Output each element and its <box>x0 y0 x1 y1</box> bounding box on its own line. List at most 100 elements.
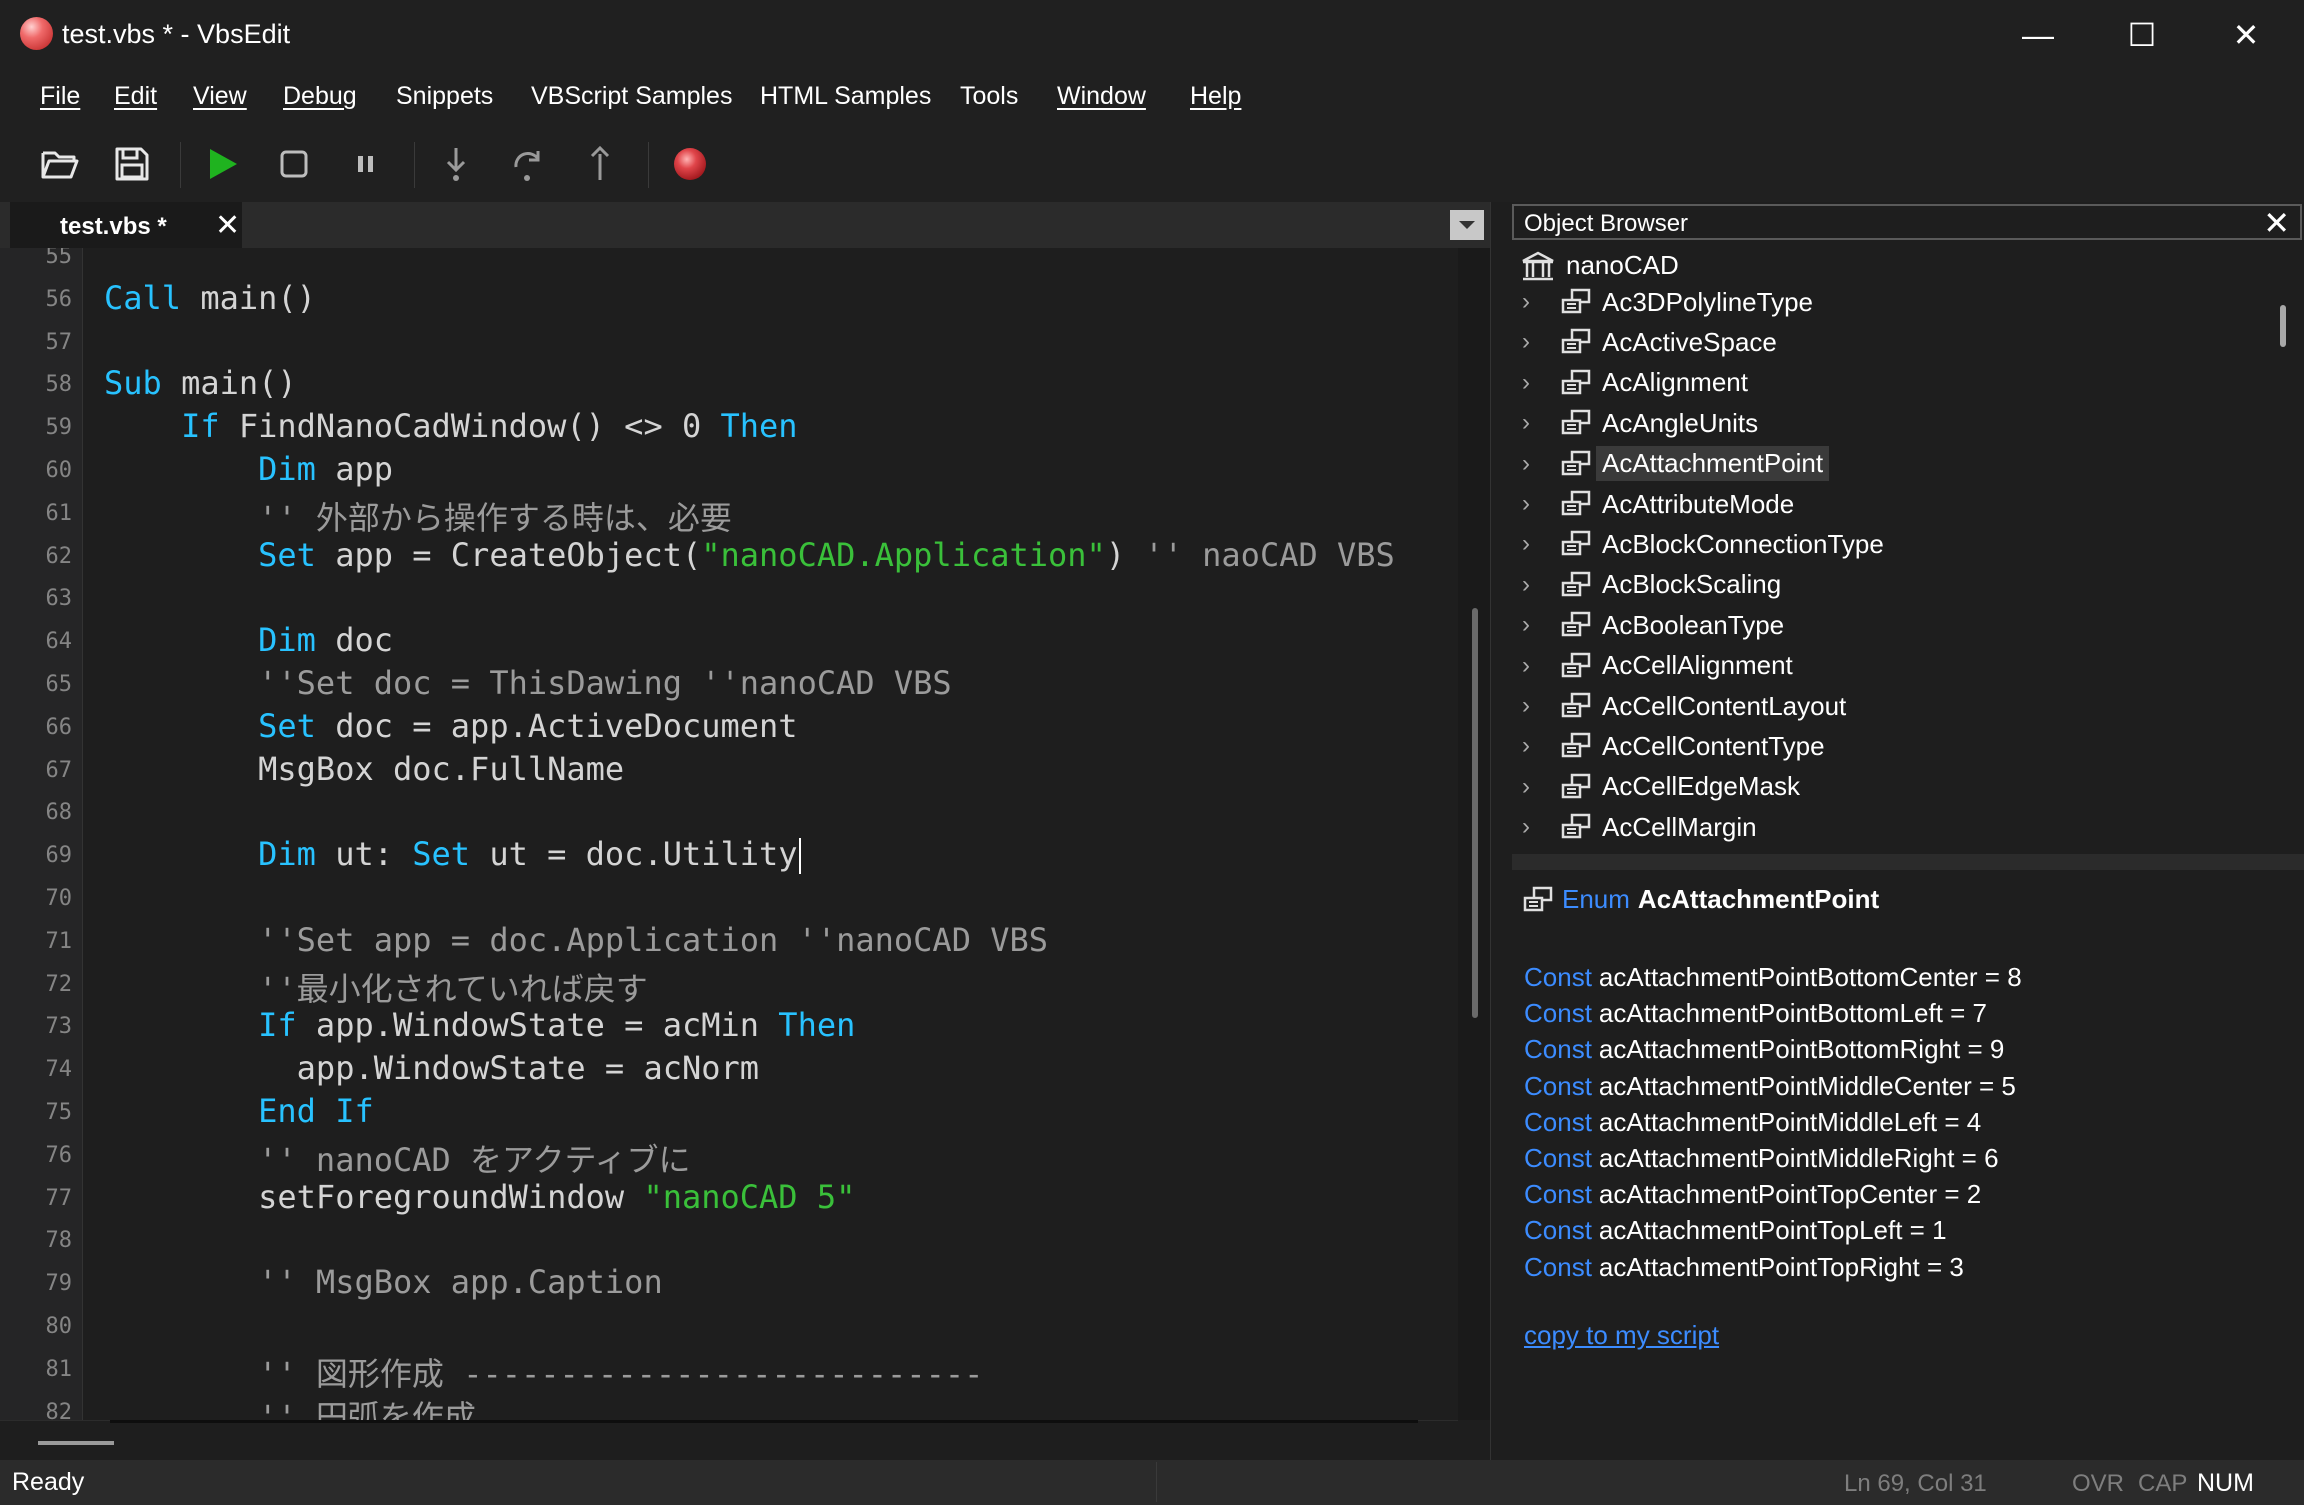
minimize-button[interactable]: — <box>1986 0 2090 70</box>
menu-window[interactable]: Window <box>1057 82 1146 111</box>
horizontal-scrollbar-thumb[interactable] <box>38 1441 114 1445</box>
code-line[interactable]: setForegroundWindow "nanoCAD 5" <box>104 1178 855 1216</box>
chevron-right-icon[interactable]: › <box>1522 652 1538 680</box>
code-editor[interactable]: 55 56 57 58 59 60 61 62 63 64 65 66 67 68 69 70 71 72 73 74… <box>0 248 1490 1420</box>
object-browser-splitter[interactable] <box>1512 854 2304 870</box>
line-number: 70 <box>45 886 73 911</box>
code-line[interactable]: End If <box>104 1092 374 1130</box>
tree-item[interactable]: › AcBlockConnectionType <box>1522 526 1890 562</box>
tree-item[interactable]: › AcCellContentType <box>1522 728 1831 764</box>
code-text: app.WindowState = acNorm <box>104 1049 760 1088</box>
step-into-button[interactable] <box>426 134 486 194</box>
tree-item-label: AcBlockConnectionType <box>1602 528 1884 559</box>
chevron-right-icon[interactable]: › <box>1522 732 1538 760</box>
code-line[interactable]: '' 円弧を作成 <box>104 1392 476 1420</box>
chevron-right-icon[interactable]: › <box>1522 611 1538 639</box>
tab-test-vbs[interactable]: test.vbs * ✕ <box>10 202 242 248</box>
menu-vbscript-samples[interactable]: VBScript Samples <box>531 82 732 111</box>
code-keyword: Call <box>104 278 182 317</box>
tree-item[interactable]: › AcCellContentLayout <box>1522 688 1852 724</box>
editor-scrollbar-thumb[interactable] <box>1472 608 1478 1018</box>
maximize-button[interactable]: ☐ <box>2090 0 2194 70</box>
code-line[interactable]: If app.WindowState = acMin Then <box>104 1006 855 1044</box>
chevron-right-icon[interactable]: › <box>1522 571 1538 599</box>
menu-html-samples[interactable]: HTML Samples <box>760 82 931 111</box>
code-string: "nanoCAD 5" <box>643 1177 856 1216</box>
chevron-right-icon[interactable]: › <box>1522 409 1538 437</box>
chevron-right-icon[interactable]: › <box>1522 328 1538 356</box>
tree-item[interactable]: › AcCellEdgeMask <box>1522 769 1806 805</box>
code-line[interactable]: ''最小化されていれば戻す <box>104 964 648 1010</box>
tab-list-dropdown[interactable] <box>1450 210 1484 240</box>
code-line[interactable]: '' 図形作成 --------------------------- <box>104 1349 983 1395</box>
save-button[interactable] <box>102 134 162 194</box>
chevron-right-icon[interactable]: › <box>1522 490 1538 518</box>
object-browser-tree[interactable]: nanoCAD › Ac3DPolylineType › AcActiveSpace ›… <box>1512 244 2302 854</box>
menu-file[interactable]: File <box>40 82 80 111</box>
chevron-right-icon[interactable]: › <box>1522 813 1538 841</box>
stop-button[interactable] <box>264 134 324 194</box>
menu-help[interactable]: Help <box>1190 82 1241 111</box>
chevron-right-icon[interactable]: › <box>1522 369 1538 397</box>
tree-item[interactable]: › AcActiveSpace <box>1522 324 1783 360</box>
line-number: 78 <box>45 1228 73 1254</box>
tree-item[interactable]: › AcBooleanType <box>1522 607 1790 643</box>
chevron-right-icon[interactable]: › <box>1522 288 1538 316</box>
code-line[interactable]: Set doc = app.ActiveDocument <box>104 707 797 745</box>
app-logo-icon <box>20 17 53 50</box>
code-line[interactable]: ''Set app = doc.Application ''nanoCAD VB… <box>104 921 1048 959</box>
menu-view[interactable]: View <box>193 82 247 111</box>
code-line[interactable]: ''Set doc = ThisDawing ''nanoCAD VBS <box>104 664 952 702</box>
copy-to-script-link[interactable]: copy to my script <box>1524 1320 1719 1351</box>
code-line[interactable]: Set app = CreateObject("nanoCAD.Applicat… <box>104 536 1395 574</box>
tree-item[interactable]: › AcAngleUnits <box>1522 405 1764 441</box>
code-line[interactable]: If FindNanoCadWindow() <> 0 Then <box>104 407 798 445</box>
tree-item[interactable]: › AcBlockScaling <box>1522 567 1787 603</box>
tree-item[interactable]: › AcCellMargin <box>1522 809 1763 845</box>
editor-horizontal-scrollbar[interactable] <box>0 1420 1458 1461</box>
code-line[interactable]: Dim doc <box>104 621 393 659</box>
pause-button[interactable] <box>336 134 396 194</box>
run-button[interactable] <box>192 134 252 194</box>
code-line[interactable]: MsgBox doc.FullName <box>104 750 624 788</box>
code-line[interactable]: Sub main() <box>104 364 297 402</box>
code-line[interactable]: '' 外部から操作する時は、必要 <box>104 493 732 539</box>
step-out-button[interactable] <box>570 134 630 194</box>
tree-root-nanocad[interactable]: nanoCAD <box>1520 248 1685 283</box>
menu-debug[interactable]: Debug <box>283 82 357 111</box>
code-line[interactable]: '' MsgBox app.Caption <box>104 1263 663 1301</box>
tree-item[interactable]: › AcCellAlignment <box>1522 648 1799 684</box>
chevron-right-icon[interactable]: › <box>1522 692 1538 720</box>
code-line[interactable]: Dim ut: Set ut = doc.Utility <box>104 835 801 875</box>
tree-item[interactable]: › AcAttachmentPoint <box>1522 446 1830 482</box>
enum-icon <box>1561 409 1591 435</box>
line-number: 59 <box>45 415 73 441</box>
menu-snippets[interactable]: Snippets <box>396 82 493 111</box>
minimize-icon: — <box>2022 16 2054 53</box>
tree-item[interactable]: › Ac3DPolylineType <box>1522 284 1819 320</box>
breakpoint-button[interactable] <box>660 134 720 194</box>
code-line[interactable]: '' nanoCAD をアクティブに <box>104 1135 690 1181</box>
open-button[interactable] <box>30 134 90 194</box>
close-icon[interactable]: ✕ <box>2263 204 2290 242</box>
toolbar-separator <box>180 142 181 188</box>
menu-tools[interactable]: Tools <box>960 82 1018 111</box>
chevron-right-icon[interactable]: › <box>1522 450 1538 478</box>
close-button[interactable]: ✕ <box>2194 0 2298 70</box>
code-line[interactable]: app.WindowState = acNorm <box>104 1049 759 1087</box>
tree-item[interactable]: › AcAlignment <box>1522 365 1754 401</box>
tab-close-icon[interactable]: ✕ <box>215 208 240 243</box>
chevron-right-icon[interactable]: › <box>1522 773 1538 801</box>
tree-scrollbar-thumb[interactable] <box>2280 305 2286 347</box>
menu-edit[interactable]: Edit <box>114 82 157 111</box>
code-line[interactable]: Dim app <box>104 450 393 488</box>
const-value: acAttachmentPointMiddleRight = 6 <box>1598 1143 1999 1173</box>
step-over-button[interactable] <box>498 134 558 194</box>
code-line[interactable]: Call main() <box>104 279 316 317</box>
chevron-right-icon[interactable]: › <box>1522 530 1538 558</box>
tree-item[interactable]: › AcAttributeMode <box>1522 486 1800 522</box>
editor-splitter[interactable] <box>110 1420 1418 1423</box>
